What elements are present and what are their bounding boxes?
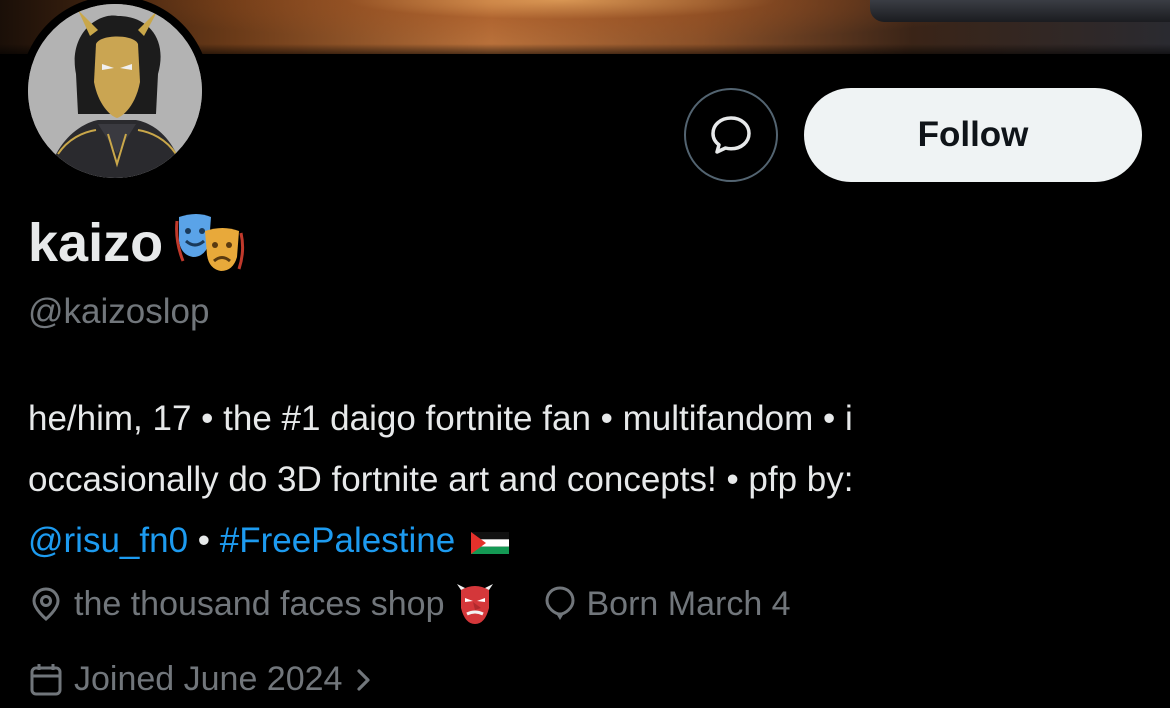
joined[interactable]: Joined June 2024 xyxy=(28,660,376,699)
avatar-image xyxy=(28,4,202,178)
joined-text: Joined June 2024 xyxy=(74,660,343,698)
follow-button[interactable]: Follow xyxy=(804,88,1142,182)
hashtag-link[interactable]: #FreePalestine xyxy=(220,521,455,560)
display-name-text: kaizo xyxy=(28,213,164,273)
location-pin-icon xyxy=(32,587,60,621)
location: the thousand faces shop xyxy=(28,582,495,626)
theater-masks-emoji xyxy=(175,214,245,271)
bio: he/him, 17 • the #1 daigo fortnite fan •… xyxy=(28,388,1138,571)
message-bubble-icon xyxy=(711,116,751,154)
balloon-icon xyxy=(544,586,575,620)
palestine-flag-emoji xyxy=(470,531,509,554)
handle: @kaizoslop xyxy=(28,292,210,331)
chevron-right-icon xyxy=(357,668,371,691)
bio-line-1: he/him, 17 • the #1 daigo fortnite fan •… xyxy=(28,399,853,438)
birthday: Born March 4 xyxy=(543,585,791,624)
avatar[interactable] xyxy=(20,0,210,186)
bio-line-2: occasionally do 3D fortnite art and conc… xyxy=(28,460,854,499)
display-name: kaizo xyxy=(28,210,245,276)
bio-separator: • xyxy=(188,521,220,560)
bio-line-3: @risu_fn0 • #FreePalestine xyxy=(28,510,1138,571)
mention-link[interactable]: @risu_fn0 xyxy=(28,521,188,560)
birthday-text: Born March 4 xyxy=(586,584,791,623)
profile-meta-row-1: the thousand faces shop Born March 4 xyxy=(28,582,791,626)
location-text: the thousand faces shop xyxy=(74,584,445,623)
message-button[interactable] xyxy=(684,88,778,182)
goblin-mask-emoji xyxy=(456,584,493,624)
banner-device-shape xyxy=(870,0,1170,22)
profile-meta-row-2: Joined June 2024 xyxy=(28,660,376,699)
calendar-icon xyxy=(30,663,62,695)
